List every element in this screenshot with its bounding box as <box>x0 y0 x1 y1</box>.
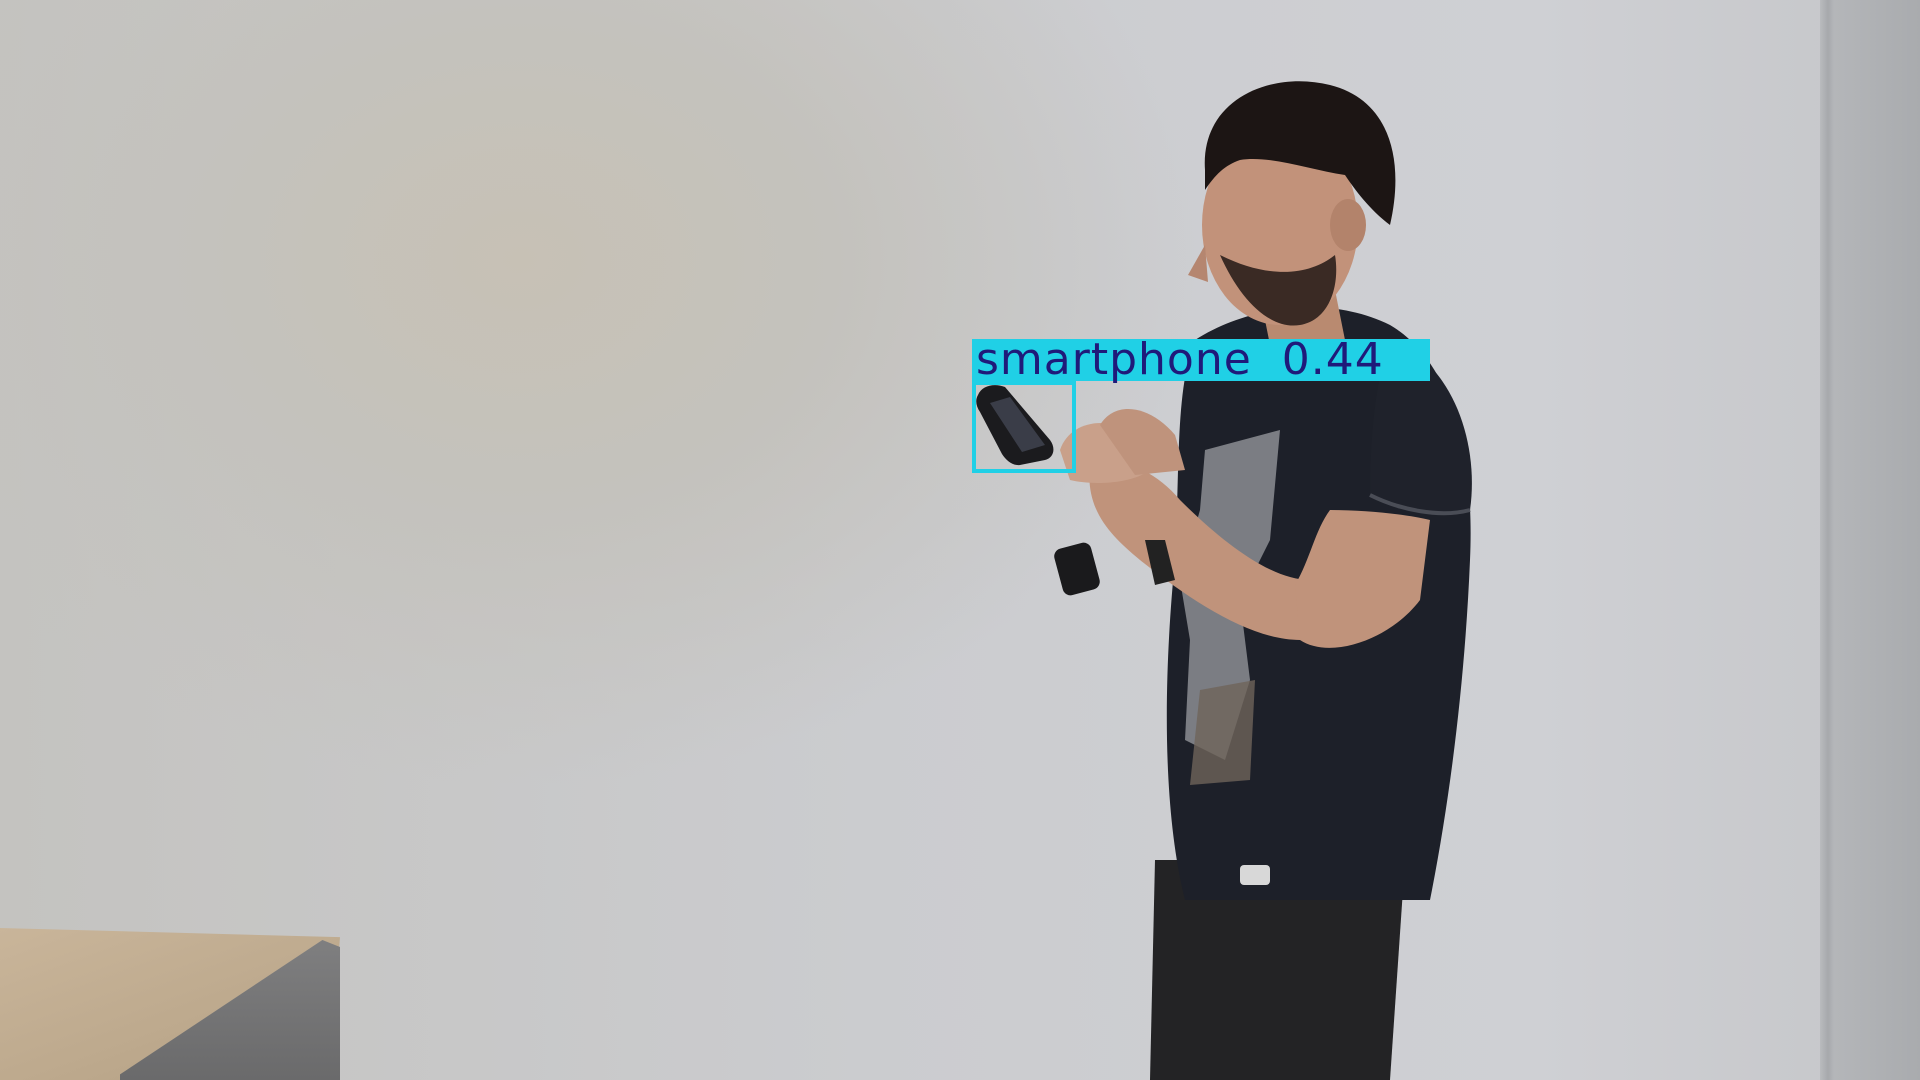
detection-bounding-box <box>972 381 1076 473</box>
photo-scene <box>0 0 1920 1080</box>
detection-confidence: 0.44 <box>1281 334 1384 385</box>
person-figure <box>976 81 1472 1080</box>
detection-class-name: smartphone <box>976 334 1252 385</box>
detection-label: smartphone 0.44 <box>972 338 1430 382</box>
doorway-edge <box>1820 0 1920 1080</box>
